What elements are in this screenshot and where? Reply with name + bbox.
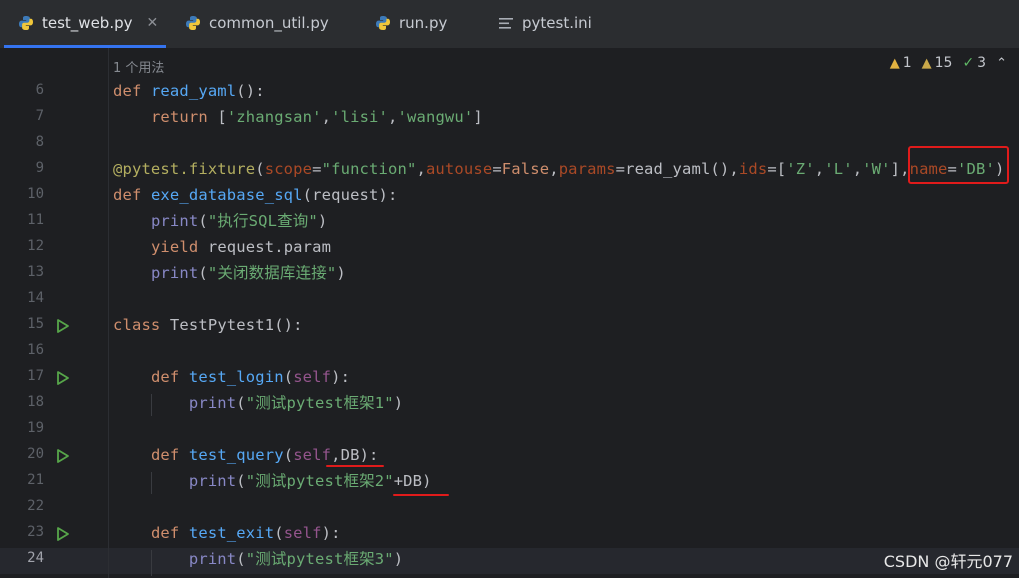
- line-number: 13: [27, 264, 44, 280]
- run-test-icon[interactable]: [56, 526, 70, 542]
- line-number: 20: [27, 446, 44, 462]
- code-line[interactable]: print("测试pytest框架1"): [113, 390, 1004, 416]
- tab-label: pytest.ini: [522, 14, 592, 32]
- code-line[interactable]: yield request.param: [113, 234, 1004, 260]
- code-line[interactable]: def test_login(self):: [113, 364, 1004, 390]
- annotation-underline: [326, 465, 384, 467]
- line-number: 12: [27, 238, 44, 254]
- line-number: 21: [27, 472, 44, 488]
- tab-run-py[interactable]: run.py: [375, 0, 447, 46]
- tab-pytest-ini[interactable]: pytest.ini: [499, 0, 592, 46]
- weak-warnings-count: 15: [934, 55, 953, 71]
- python-icon: [19, 16, 33, 30]
- code-line[interactable]: def test_exit(self):: [113, 520, 1004, 546]
- line-number: 17: [27, 368, 44, 384]
- ok-counter[interactable]: ✓ 3: [962, 55, 986, 71]
- tab-label: test_web.py: [42, 14, 133, 32]
- code-line[interactable]: print("关闭数据库连接"): [113, 260, 1004, 286]
- tab-label: run.py: [399, 14, 448, 32]
- check-icon: ✓: [962, 55, 975, 71]
- inspection-widget[interactable]: ▲ 1 ▲ 15 ✓ 3 ⌃: [890, 55, 1007, 71]
- code-line[interactable]: def read_yaml():: [113, 78, 1004, 104]
- code-line[interactable]: def test_query(self,DB):: [113, 442, 1004, 468]
- editor-tab-bar: test_web.py ✕ common_util.py run.py pyte…: [0, 0, 1019, 48]
- python-icon: [186, 16, 200, 30]
- warnings-counter[interactable]: ▲ 1: [890, 55, 912, 71]
- run-test-icon[interactable]: [56, 448, 70, 464]
- line-number: 15: [27, 316, 44, 332]
- code-line[interactable]: print("执行SQL查询"): [113, 208, 1004, 234]
- annotation-box-name-param: [908, 146, 1009, 184]
- line-number: 7: [35, 108, 44, 124]
- ok-count: 3: [977, 55, 987, 71]
- line-number: 8: [35, 134, 44, 150]
- line-number: 11: [27, 212, 44, 228]
- line-number: 6: [35, 82, 44, 98]
- watermark: CSDN @轩元077: [883, 552, 1013, 571]
- line-number: 19: [27, 420, 44, 436]
- line-number: 22: [27, 498, 44, 514]
- code-line[interactable]: def exe_database_sql(request):: [113, 182, 1004, 208]
- close-tab-icon[interactable]: ✕: [147, 15, 159, 31]
- code-line[interactable]: print("测试pytest框架2"+DB): [113, 468, 1004, 494]
- ini-file-icon: [499, 17, 513, 29]
- tab-common-util-py[interactable]: common_util.py: [185, 0, 329, 46]
- line-number: 10: [27, 186, 44, 202]
- code-line[interactable]: [113, 130, 1004, 156]
- code-line[interactable]: print("测试pytest框架3"): [113, 546, 1004, 572]
- annotation-underline: [393, 494, 449, 496]
- line-number: 24: [27, 550, 44, 566]
- weak-warning-icon: ▲: [921, 55, 932, 71]
- line-number: 16: [27, 342, 44, 358]
- run-test-icon[interactable]: [56, 370, 70, 386]
- warnings-count: 1: [902, 55, 912, 71]
- run-class-icon[interactable]: [56, 318, 70, 334]
- code-line[interactable]: [113, 416, 1004, 442]
- code-line[interactable]: [113, 494, 1004, 520]
- code-line[interactable]: class TestPytest1():: [113, 312, 1004, 338]
- python-icon: [376, 16, 390, 30]
- line-number: 9: [35, 160, 44, 176]
- line-number: 23: [27, 524, 44, 540]
- gutter-separator: [108, 48, 109, 578]
- usage-hint[interactable]: 1 个用法: [113, 57, 164, 76]
- weak-warnings-counter[interactable]: ▲ 15: [922, 55, 953, 71]
- warning-icon: ▲: [889, 55, 900, 71]
- line-number: 14: [27, 290, 44, 306]
- line-number: 18: [27, 394, 44, 410]
- tab-test-web-py[interactable]: test_web.py ✕: [18, 0, 158, 46]
- code-line[interactable]: return ['zhangsan','lisi','wangwu']: [113, 104, 1004, 130]
- code-line[interactable]: [113, 338, 1004, 364]
- code-content[interactable]: def read_yaml(): return ['zhangsan','lis…: [113, 78, 1004, 572]
- chevron-up-icon[interactable]: ⌃: [996, 56, 1007, 71]
- code-line[interactable]: [113, 286, 1004, 312]
- code-line[interactable]: @pytest.fixture(scope="function",autouse…: [113, 156, 1004, 182]
- tab-label: common_util.py: [209, 14, 329, 32]
